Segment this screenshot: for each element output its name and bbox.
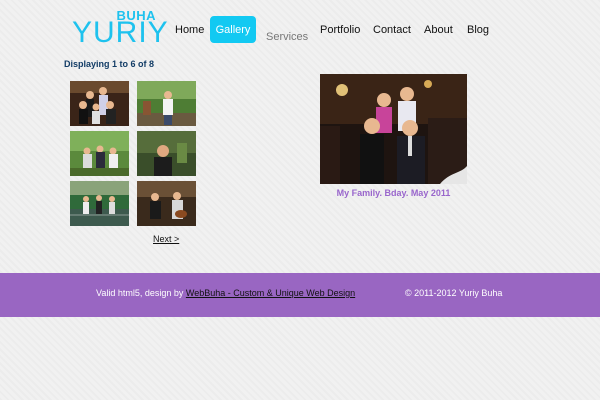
guitar-photo-image bbox=[137, 181, 196, 226]
webbuha-link[interactable]: WebBuha - Custom & Unique Web Design bbox=[186, 288, 355, 298]
gallery-thumbnail[interactable] bbox=[137, 181, 196, 226]
gallery-thumbnail[interactable] bbox=[137, 81, 196, 126]
friends-photo-image bbox=[70, 131, 129, 176]
gallery-thumbnail[interactable] bbox=[70, 81, 129, 126]
gallery-thumbnail[interactable] bbox=[137, 131, 196, 176]
main-photo bbox=[320, 74, 467, 184]
logo-firstname: YURIY bbox=[72, 16, 169, 49]
footer-credit-prefix: Valid html5, design by bbox=[96, 288, 186, 298]
footer-copyright: © 2011-2012 Yuriy Buha bbox=[405, 288, 503, 298]
display-count: Displaying 1 to 6 of 8 bbox=[64, 59, 155, 69]
photo-caption: My Family. Bday. May 2011 bbox=[336, 188, 451, 198]
nav-contact[interactable]: Contact bbox=[373, 24, 411, 36]
footer-credit: Valid html5, design by WebBuha - Custom … bbox=[96, 288, 355, 298]
nav-services[interactable]: Services bbox=[266, 31, 308, 43]
nav-gallery-label: Gallery bbox=[215, 23, 251, 36]
nav-portfolio[interactable]: Portfolio bbox=[320, 24, 360, 36]
portrait-photo-image bbox=[137, 131, 196, 176]
family-photo-image bbox=[70, 81, 129, 126]
next-page-link[interactable]: Next > bbox=[153, 234, 179, 244]
family-birthday-photo-image bbox=[320, 74, 467, 184]
nav-blog[interactable]: Blog bbox=[467, 24, 489, 36]
site-logo[interactable]: BUHA YURIY bbox=[72, 6, 168, 48]
gallery-thumbnail[interactable] bbox=[70, 131, 129, 176]
nav-home[interactable]: Home bbox=[175, 24, 204, 36]
gallery-thumbnail[interactable] bbox=[70, 181, 129, 226]
nav-gallery[interactable]: Gallery bbox=[210, 16, 256, 43]
park-photo-image bbox=[137, 81, 196, 126]
nav-about[interactable]: About bbox=[424, 24, 453, 36]
tennis-court-photo-image bbox=[70, 181, 129, 226]
